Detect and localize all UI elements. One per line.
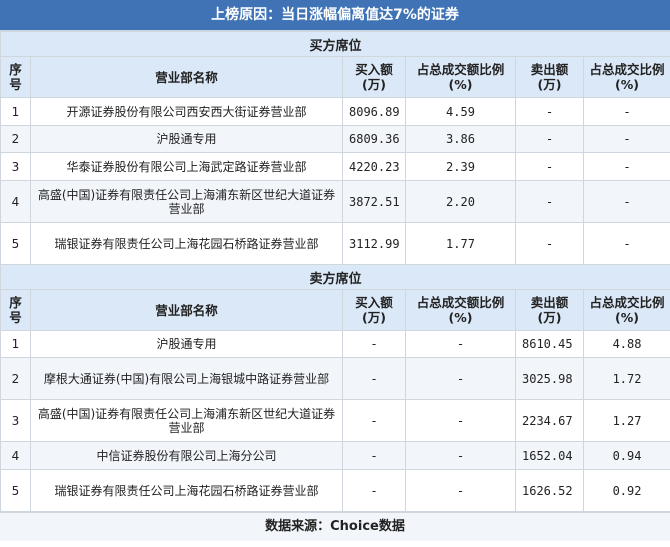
row-sell: 2234.67 (515, 399, 584, 442)
row-idx: 5 (0, 469, 31, 512)
row-sell: 8610.45 (515, 330, 584, 358)
row-sell: 1652.04 (515, 441, 584, 470)
col-header-sell-pct: 占总成交比例(%) (582, 289, 670, 331)
row-name: 沪股通专用 (30, 125, 343, 153)
row-sell-pct: - (582, 222, 670, 265)
row-sell-pct: 1.27 (582, 399, 670, 442)
row-sell-pct: - (582, 125, 670, 153)
row-idx: 2 (0, 357, 31, 400)
table-row: 5 瑞银证券有限责任公司上海花园石桥路证券营业部 3112.99 1.77 - … (0, 222, 670, 265)
row-buy: 4220.23 (342, 152, 406, 181)
row-sell-pct: 4.88 (582, 330, 670, 358)
row-buy-pct: - (405, 441, 516, 470)
sell-section: 卖方席位 序号 营业部名称 买入额(万) 占总成交额比例(%) 卖出额(万) 占… (0, 264, 670, 512)
row-sell-pct: 0.94 (582, 441, 670, 470)
lhb-table-card: 上榜原因：当日涨幅偏离值达7%的证券 买方席位 序号 营业部名称 买入额(万) … (0, 0, 670, 547)
row-buy: 3112.99 (342, 222, 406, 265)
row-buy-pct: 1.77 (405, 222, 516, 265)
row-sell: - (515, 152, 584, 181)
row-idx: 5 (0, 222, 31, 265)
col-header-name: 营业部名称 (30, 56, 343, 98)
row-sell: - (515, 180, 584, 223)
row-sell: 3025.98 (515, 357, 584, 400)
column-header-row: 序号 营业部名称 买入额(万) 占总成交额比例(%) 卖出额(万) 占总成交比例… (0, 56, 670, 98)
row-buy: 8096.89 (342, 97, 406, 126)
table-row: 5 瑞银证券有限责任公司上海花园石桥路证券营业部 - - 1626.52 0.9… (0, 469, 670, 512)
row-buy-pct: - (405, 469, 516, 512)
row-name: 高盛(中国)证券有限责任公司上海浦东新区世纪大道证券营业部 (30, 399, 343, 442)
table-row: 2 沪股通专用 6809.36 3.86 - - (0, 125, 670, 153)
table-row: 4 中信证券股份有限公司上海分公司 - - 1652.04 0.94 (0, 441, 670, 470)
col-header-name: 营业部名称 (30, 289, 343, 331)
section-header-sell: 卖方席位 (0, 264, 670, 290)
row-buy: - (342, 330, 406, 358)
row-sell: - (515, 97, 584, 126)
col-header-idx: 序号 (0, 289, 31, 331)
table-row: 4 高盛(中国)证券有限责任公司上海浦东新区世纪大道证券营业部 3872.51 … (0, 180, 670, 223)
row-buy: - (342, 441, 406, 470)
table-row: 3 华泰证券股份有限公司上海武定路证券营业部 4220.23 2.39 - - (0, 152, 670, 181)
col-header-sell: 卖出额(万) (515, 289, 584, 331)
row-buy-pct: - (405, 399, 516, 442)
row-buy-pct: - (405, 357, 516, 400)
row-idx: 1 (0, 330, 31, 358)
col-header-buy-pct: 占总成交额比例(%) (405, 56, 516, 98)
table-title: 上榜原因：当日涨幅偏离值达7%的证券 (0, 0, 670, 31)
col-header-buy-pct: 占总成交额比例(%) (405, 289, 516, 331)
row-idx: 3 (0, 399, 31, 442)
row-sell-pct: 0.92 (582, 469, 670, 512)
row-sell: - (515, 125, 584, 153)
row-name: 高盛(中国)证券有限责任公司上海浦东新区世纪大道证券营业部 (30, 180, 343, 223)
row-name: 瑞银证券有限责任公司上海花园石桥路证券营业部 (30, 469, 343, 512)
trading-seats-table: 买方席位 序号 营业部名称 买入额(万) 占总成交额比例(%) 卖出额(万) 占… (0, 31, 670, 512)
table-row: 3 高盛(中国)证券有限责任公司上海浦东新区世纪大道证券营业部 - - 2234… (0, 399, 670, 442)
col-header-buy: 买入额(万) (342, 289, 406, 331)
col-header-sell: 卖出额(万) (515, 56, 584, 98)
column-header-row: 序号 营业部名称 买入额(万) 占总成交额比例(%) 卖出额(万) 占总成交比例… (0, 289, 670, 331)
row-sell: - (515, 222, 584, 265)
data-source-footer: 数据来源：Choice数据 (0, 512, 670, 541)
row-buy: - (342, 357, 406, 400)
row-idx: 4 (0, 180, 31, 223)
col-header-buy: 买入额(万) (342, 56, 406, 98)
row-buy-pct: 2.20 (405, 180, 516, 223)
table-row: 1 开源证券股份有限公司西安西大街证券营业部 8096.89 4.59 - - (0, 97, 670, 126)
row-name: 摩根大通证券(中国)有限公司上海银城中路证券营业部 (30, 357, 343, 400)
section-header-buy: 买方席位 (0, 31, 670, 57)
row-name: 开源证券股份有限公司西安西大街证券营业部 (30, 97, 343, 126)
row-buy-pct: 2.39 (405, 152, 516, 181)
section-label: 买方席位 (0, 31, 670, 57)
buy-section: 买方席位 序号 营业部名称 买入额(万) 占总成交额比例(%) 卖出额(万) 占… (0, 31, 670, 265)
row-sell-pct: 1.72 (582, 357, 670, 400)
row-buy-pct: - (405, 330, 516, 358)
col-header-sell-pct: 占总成交比例(%) (582, 56, 670, 98)
row-buy: 6809.36 (342, 125, 406, 153)
row-idx: 4 (0, 441, 31, 470)
row-sell: 1626.52 (515, 469, 584, 512)
row-buy-pct: 4.59 (405, 97, 516, 126)
row-name: 沪股通专用 (30, 330, 343, 358)
row-idx: 1 (0, 97, 31, 126)
row-buy-pct: 3.86 (405, 125, 516, 153)
table-row: 2 摩根大通证券(中国)有限公司上海银城中路证券营业部 - - 3025.98 … (0, 357, 670, 400)
row-buy: - (342, 399, 406, 442)
row-name: 瑞银证券有限责任公司上海花园石桥路证券营业部 (30, 222, 343, 265)
table-row: 1 沪股通专用 - - 8610.45 4.88 (0, 330, 670, 358)
row-buy: 3872.51 (342, 180, 406, 223)
row-idx: 3 (0, 152, 31, 181)
row-sell-pct: - (582, 97, 670, 126)
row-buy: - (342, 469, 406, 512)
row-sell-pct: - (582, 152, 670, 181)
col-header-idx: 序号 (0, 56, 31, 98)
row-idx: 2 (0, 125, 31, 153)
row-name: 华泰证券股份有限公司上海武定路证券营业部 (30, 152, 343, 181)
row-name: 中信证券股份有限公司上海分公司 (30, 441, 343, 470)
section-label: 卖方席位 (0, 264, 670, 290)
row-sell-pct: - (582, 180, 670, 223)
